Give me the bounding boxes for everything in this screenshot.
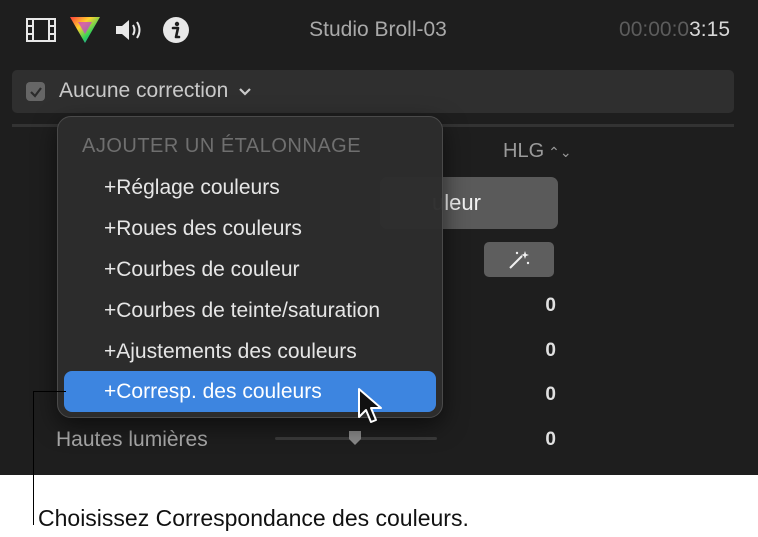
menu-header: AJOUTER UN ÉTALONNAGE: [82, 135, 362, 157]
color-inspector-panel: Studio Broll-03 00:00:03:15 Aucune corre…: [0, 0, 758, 475]
menu-item-roues-couleurs[interactable]: +Roues des couleurs: [64, 208, 436, 249]
info-icon[interactable]: [160, 14, 192, 46]
parameter-value: 0: [545, 340, 556, 361]
inspector-toolbar: Studio Broll-03 00:00:03:15: [0, 0, 758, 62]
parameter-value: 0: [545, 295, 556, 316]
parameter-value: 0: [545, 384, 556, 405]
auto-match-button[interactable]: [484, 242, 554, 277]
add-correction-menu: AJOUTER UN ÉTALONNAGE +Réglage couleurs …: [57, 116, 443, 418]
correction-enable-checkbox[interactable]: [26, 82, 45, 101]
hlg-dropdown[interactable]: HLG ⌃⌄: [503, 140, 572, 163]
hlg-label: HLG: [503, 140, 545, 162]
clip-title: Studio Broll-03: [309, 18, 447, 41]
chevron-down-icon: [239, 88, 251, 96]
callout-line: [33, 391, 34, 525]
correction-selector-bar: Aucune correction: [12, 70, 734, 113]
color-inspector-icon[interactable]: [68, 14, 102, 46]
mouse-pointer-icon: [356, 387, 384, 427]
timecode-value: 3:15: [689, 18, 730, 41]
slider-thumb[interactable]: [347, 430, 363, 446]
highlights-label: Hautes lumières: [56, 428, 208, 451]
menu-item-courbes-teinte-saturation[interactable]: +Courbes de teinte/saturation: [64, 290, 436, 331]
timecode-dim: 00:00:0: [619, 18, 690, 41]
film-icon[interactable]: [25, 14, 57, 46]
audio-icon[interactable]: [113, 14, 147, 46]
timecode: 00:00:03:15: [619, 18, 730, 42]
menu-item-reglage-couleurs[interactable]: +Réglage couleurs: [64, 167, 436, 208]
updown-chevron-icon: ⌃⌄: [548, 144, 572, 160]
menu-item-courbes-couleur[interactable]: +Courbes de couleur: [64, 249, 436, 290]
correction-label: Aucune correction: [59, 79, 229, 102]
menu-item-ajustements-couleurs[interactable]: +Ajustements des couleurs: [64, 331, 436, 372]
callout-line: [33, 391, 66, 392]
checkmark-icon: [29, 86, 42, 98]
correction-dropdown[interactable]: Aucune correction: [59, 79, 252, 103]
highlights-value: 0: [545, 429, 556, 450]
caption: Choisissez Correspondance des couleurs.: [38, 505, 469, 531]
magic-wand-icon: [509, 250, 530, 269]
